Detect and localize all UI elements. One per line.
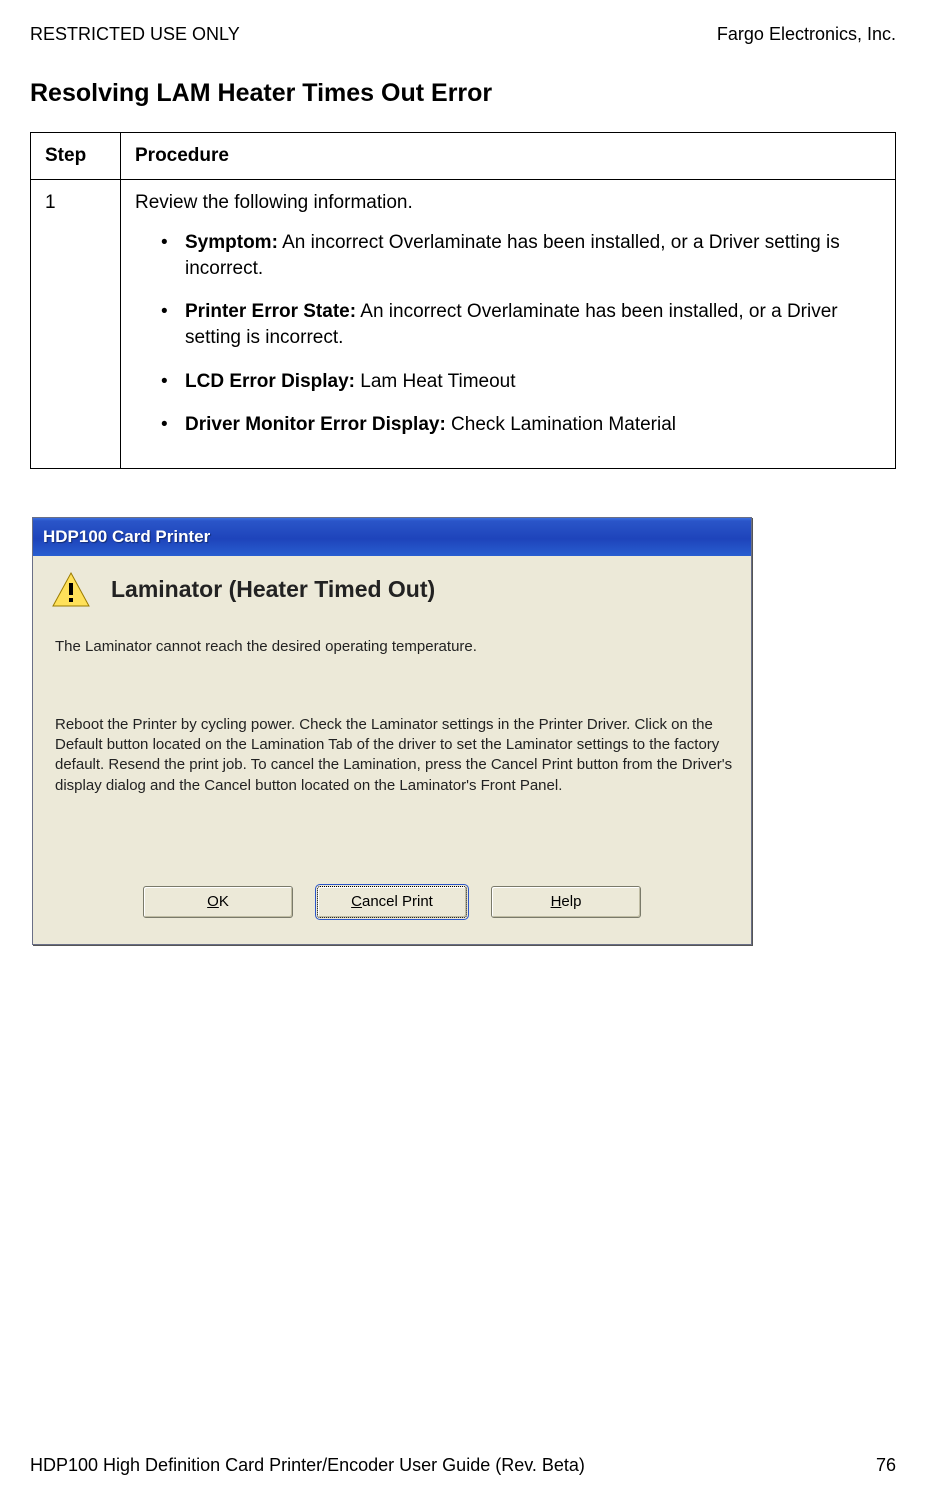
list-item: Symptom: An incorrect Overlaminate has b… xyxy=(161,230,881,281)
cancel-label: ancel Print xyxy=(362,893,433,910)
ok-button[interactable]: OK xyxy=(143,886,293,918)
header-left: RESTRICTED USE ONLY xyxy=(30,24,240,45)
warning-icon xyxy=(51,570,91,610)
ok-label: K xyxy=(219,893,229,910)
cancel-mnemonic: C xyxy=(351,893,362,910)
page-header: RESTRICTED USE ONLY Fargo Electronics, I… xyxy=(30,24,896,45)
dialog-body: Laminator (Heater Timed Out) The Laminat… xyxy=(33,556,751,944)
list-item: LCD Error Display: Lam Heat Timeout xyxy=(161,369,881,395)
dialog-heading: Laminator (Heater Timed Out) xyxy=(111,570,435,603)
col-header-step: Step xyxy=(31,133,121,180)
list-item: Driver Monitor Error Display: Check Lami… xyxy=(161,412,881,438)
symptom-label: Symptom: xyxy=(185,232,278,253)
driver-monitor-error-text: Check Lamination Material xyxy=(446,414,676,435)
procedure-table: Step Procedure 1 Review the following in… xyxy=(30,132,896,469)
symptom-text: An incorrect Overlaminate has been insta… xyxy=(185,232,840,279)
printer-error-state-label: Printer Error State: xyxy=(185,301,356,322)
dialog-title: HDP100 Card Printer xyxy=(43,527,745,547)
help-button[interactable]: Help xyxy=(491,886,641,918)
table-row: 1 Review the following information. Symp… xyxy=(31,180,896,469)
help-label: elp xyxy=(561,893,581,910)
section-title: Resolving LAM Heater Times Out Error xyxy=(30,79,896,108)
dialog-button-row: OK Cancel Print Help xyxy=(51,886,733,926)
lcd-error-label: LCD Error Display: xyxy=(185,371,355,392)
col-header-procedure: Procedure xyxy=(121,133,896,180)
dialog-titlebar: HDP100 Card Printer xyxy=(33,518,751,556)
footer-left: HDP100 High Definition Card Printer/Enco… xyxy=(30,1455,585,1476)
header-right: Fargo Electronics, Inc. xyxy=(717,24,896,45)
page-footer: HDP100 High Definition Card Printer/Enco… xyxy=(30,1455,896,1476)
driver-monitor-error-label: Driver Monitor Error Display: xyxy=(185,414,446,435)
cell-step-number: 1 xyxy=(31,180,121,469)
dialog-text-primary: The Laminator cannot reach the desired o… xyxy=(55,638,733,655)
list-item: Printer Error State: An incorrect Overla… xyxy=(161,299,881,350)
ok-mnemonic: O xyxy=(207,893,219,910)
dialog-text-instructions: Reboot the Printer by cycling power. Che… xyxy=(55,715,733,796)
footer-page-number: 76 xyxy=(876,1455,896,1476)
cell-procedure: Review the following information. Sympto… xyxy=(121,180,896,469)
cancel-print-button[interactable]: Cancel Print xyxy=(317,886,467,918)
lcd-error-text: Lam Heat Timeout xyxy=(355,371,516,392)
error-dialog: HDP100 Card Printer Laminator (Heater Ti… xyxy=(32,517,752,945)
help-mnemonic: H xyxy=(551,893,562,910)
procedure-intro: Review the following information. xyxy=(135,192,881,214)
